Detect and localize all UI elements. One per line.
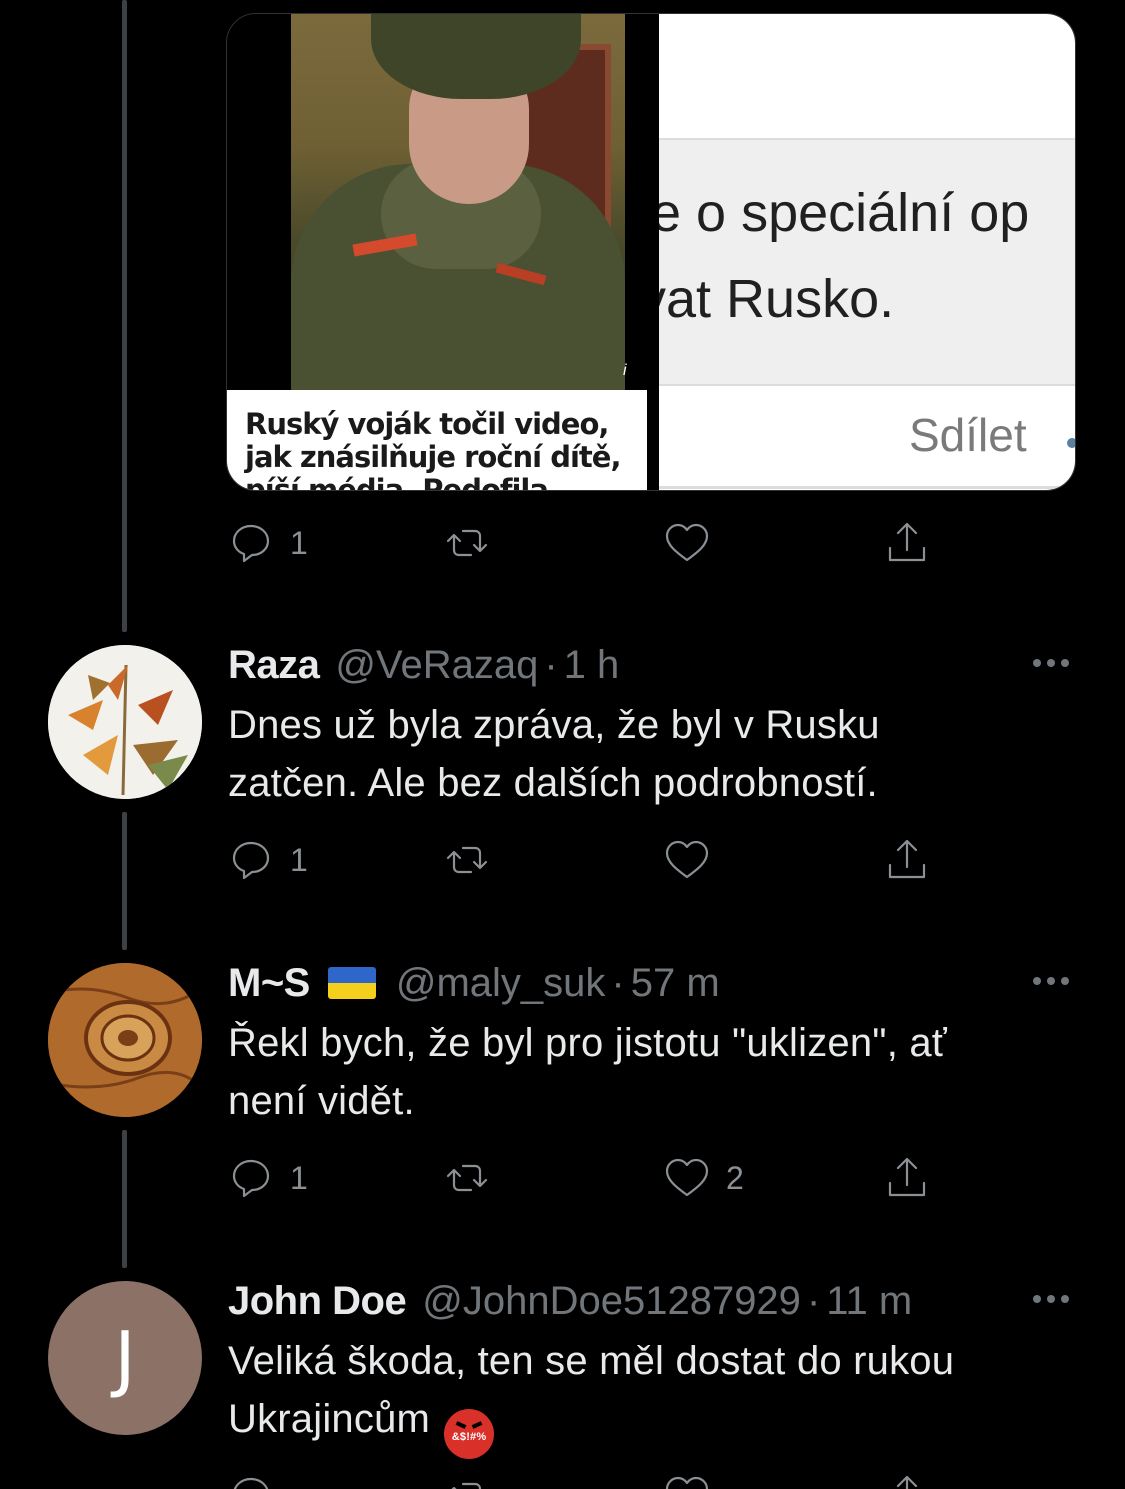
separator: · (806, 1278, 821, 1323)
retweet-button[interactable] (442, 1148, 492, 1208)
tweet-text-line: Veliká škoda, ten se měl dostat do rukou (228, 1339, 955, 1383)
tweet-text-line: není vidět. (228, 1079, 415, 1123)
autumn-leaves-avatar (48, 645, 202, 799)
display-name[interactable]: M~S (228, 961, 310, 1006)
ellipsis-icon (1030, 1290, 1072, 1308)
reply-count: 1 (290, 841, 308, 878)
tweet-actions: 1 2 (226, 1148, 946, 1208)
face-with-symbols-on-mouth-icon: &$!#% (444, 1409, 495, 1459)
user-handle[interactable]: @VeRazaq (335, 643, 538, 688)
tweet-header: John Doe @JohnDoe51287929 · 11 m (228, 1276, 912, 1326)
reply-icon (232, 841, 270, 880)
reply-count: 1 (290, 1159, 308, 1196)
reply-icon (233, 1477, 269, 1489)
reply-button[interactable]: 1 (226, 513, 308, 573)
conversation-thread: i Ruský voják točil video, jak znásilňuj… (0, 0, 1125, 1489)
like-button[interactable]: 2 (662, 1148, 744, 1208)
share-button[interactable] (882, 1148, 932, 1208)
like-button[interactable] (662, 513, 712, 573)
more-options-button[interactable] (1026, 956, 1076, 1006)
ellipsis-icon (1030, 654, 1072, 672)
timestamp[interactable]: 57 m (631, 961, 720, 1006)
separator: · (611, 960, 625, 1005)
avatar-letter: J (114, 1316, 136, 1400)
retweet-button[interactable] (442, 1466, 492, 1489)
user-handle[interactable]: @JohnDoe51287929 (422, 1279, 801, 1324)
reply-button[interactable] (226, 1466, 276, 1489)
screenshot-image[interactable]: e o speciální op vat Rusko. Sdílet (659, 14, 1075, 490)
reply-icon (232, 1159, 270, 1198)
share-button[interactable] (882, 1466, 932, 1489)
article-image[interactable]: i Ruský voják točil video, jak znásilňuj… (227, 14, 659, 490)
timestamp[interactable]: 11 m (826, 1279, 912, 1324)
more-options-button[interactable] (1026, 638, 1076, 688)
share-icon (888, 839, 926, 879)
share-icon (888, 1157, 926, 1197)
reply-button[interactable]: 1 (226, 1148, 308, 1208)
screenshot-text-line: e o speciální op (659, 183, 1030, 243)
reply-count: 1 (290, 524, 308, 561)
more-options-button[interactable] (1026, 1274, 1076, 1324)
avatar[interactable]: J (48, 1281, 202, 1435)
display-name[interactable]: John Doe (228, 1279, 407, 1324)
retweet-icon (446, 846, 488, 874)
screenshot-share-label: Sdílet (909, 409, 1027, 461)
retweet-button[interactable] (442, 513, 492, 573)
tweet-header: Raza @VeRazaq · 1 h (228, 640, 619, 690)
display-name[interactable]: Raza (228, 643, 320, 688)
heart-icon (665, 523, 709, 562)
like-button[interactable] (662, 830, 712, 890)
tweet-text-line: Ukrajincům &$!#% (228, 1390, 1078, 1459)
retweet-icon (451, 1482, 482, 1489)
screenshot-text-line: vat Rusko. (659, 269, 895, 329)
tweet-text: Veliká škoda, ten se měl dostat do rukou… (228, 1332, 1078, 1459)
tweet-text-fragment: Ukrajincům (228, 1397, 431, 1441)
tweet-text: Dnes už byla zpráva, že byl v Rusku zatč… (228, 696, 1078, 812)
tweet-media-card[interactable]: i Ruský voják točil video, jak znásilňuj… (226, 13, 1076, 491)
tweet-text-line: Dnes už byla zpráva, že byl v Rusku (228, 703, 880, 747)
share-button[interactable] (882, 830, 932, 890)
info-icon: i (623, 362, 627, 379)
share-icon (896, 1475, 918, 1489)
retweet-button[interactable] (442, 830, 492, 890)
ukraine-flag-icon (327, 967, 376, 999)
tweet-text-line: Řekl bych, že byl pro jistotu "uklizen",… (228, 1021, 947, 1065)
ellipsis-icon (1030, 972, 1072, 990)
like-button[interactable] (662, 1466, 712, 1489)
soldier-photo (291, 14, 625, 390)
retweet-icon (446, 529, 488, 557)
avatar[interactable] (48, 645, 202, 799)
timestamp[interactable]: 1 h (564, 643, 620, 688)
reply-button[interactable]: 1 (226, 830, 308, 890)
tweet-header: M~S @maly_suk · 57 m (228, 958, 720, 1008)
article-caption: Ruský voják točil video, jak znásilňuje … (227, 390, 647, 490)
like-count: 2 (726, 1159, 744, 1196)
reply-icon (232, 524, 270, 563)
heart-icon (665, 1476, 709, 1489)
tweet-text: Řekl bych, že byl pro jistotu "uklizen",… (228, 1014, 1078, 1130)
heart-icon (665, 1158, 709, 1197)
separator: · (544, 642, 558, 687)
tweet-actions: 1 (226, 830, 946, 890)
dot-icon (1067, 438, 1075, 448)
heart-icon (665, 840, 709, 879)
tweet-text-line: zatčen. Ale bez dalších podrobností. (228, 761, 878, 805)
tweet-actions: 1 (226, 513, 946, 573)
wood-grain-avatar (48, 963, 202, 1117)
thread-connector-line (122, 812, 127, 950)
thread-connector-line (122, 1130, 127, 1268)
share-button[interactable] (882, 513, 932, 573)
retweet-icon (446, 1164, 488, 1192)
share-icon (888, 522, 926, 562)
avatar[interactable] (48, 963, 202, 1117)
tweet-actions (226, 1466, 946, 1489)
user-handle[interactable]: @maly_suk (396, 961, 606, 1006)
thread-connector-line (122, 0, 127, 632)
